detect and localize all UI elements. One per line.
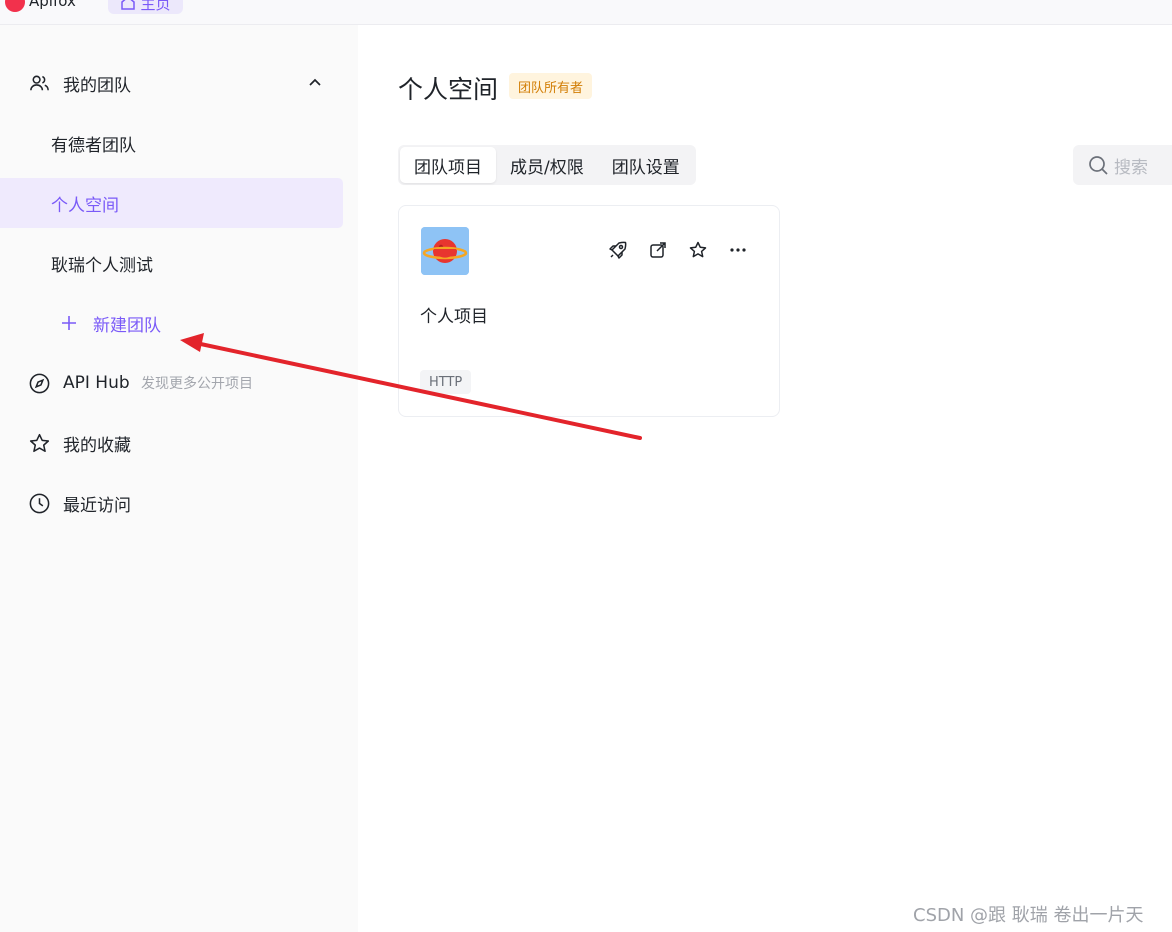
tab-team-projects[interactable]: 团队项目 — [400, 147, 496, 183]
team-label: 有德者团队 — [51, 135, 136, 156]
protocol-tag: HTTP — [420, 370, 472, 394]
team-label: 个人空间 — [51, 195, 119, 216]
new-team-button[interactable]: 新建团队 — [0, 303, 343, 343]
project-card-actions — [607, 239, 749, 261]
team-tabs: 团队项目 成员/权限 团队设置 — [398, 145, 696, 185]
sidebar: 我的团队 有德者团队 个人空间 耿瑞个人测试 新建团队 API Hub 发现更多… — [0, 25, 358, 932]
app-name: Apifox — [29, 0, 76, 10]
api-hub-hint: 发现更多公开项目 — [141, 376, 253, 392]
search-icon — [1089, 156, 1108, 175]
top-bar: Apifox 主页 — [0, 0, 1172, 25]
more-icon[interactable] — [727, 239, 749, 261]
rocket-icon[interactable] — [607, 239, 629, 261]
page-title: 个人空间 — [398, 75, 499, 104]
sidebar-item-recent[interactable]: 最近访问 — [0, 483, 343, 523]
sidebar-item-label: 我的收藏 — [63, 435, 131, 456]
plus-icon — [60, 314, 78, 332]
sidebar-item-api-hub[interactable]: API Hub 发现更多公开项目 — [0, 363, 343, 403]
sidebar-item-label: 我的团队 — [63, 75, 131, 96]
sidebar-item-team-2[interactable]: 耿瑞个人测试 — [0, 243, 343, 283]
search-input[interactable]: 搜索 — [1073, 145, 1172, 185]
tab-members[interactable]: 成员/权限 — [496, 147, 598, 183]
home-tab[interactable]: 主页 — [108, 0, 183, 14]
owner-badge: 团队所有者 — [509, 73, 593, 99]
star-icon[interactable] — [687, 239, 709, 261]
sidebar-item-team-1[interactable]: 个人空间 — [0, 183, 343, 223]
home-tab-label: 主页 — [140, 0, 171, 13]
team-label: 耿瑞个人测试 — [51, 255, 153, 276]
compass-icon — [27, 371, 51, 395]
tab-team-settings[interactable]: 团队设置 — [598, 147, 694, 183]
clock-icon — [27, 491, 51, 515]
home-icon — [121, 0, 136, 10]
project-card[interactable]: 个人项目 HTTP — [398, 205, 780, 417]
sidebar-item-favorites[interactable]: 我的收藏 — [0, 423, 343, 463]
apifox-logo-icon — [5, 0, 25, 12]
star-icon — [27, 431, 51, 455]
sidebar-item-label: API Hub — [63, 373, 130, 393]
sidebar-item-my-teams[interactable]: 我的团队 — [0, 63, 358, 103]
sidebar-item-team-0[interactable]: 有德者团队 — [0, 123, 343, 163]
project-name: 个人项目 — [420, 307, 488, 327]
external-link-icon[interactable] — [647, 239, 669, 261]
new-team-label: 新建团队 — [93, 315, 161, 336]
watermark: CSDN @跟 耿瑞 卷出一片天 — [913, 905, 1144, 926]
search-placeholder: 搜索 — [1114, 157, 1148, 178]
users-icon — [27, 71, 51, 95]
sidebar-item-label: 最近访问 — [63, 495, 131, 516]
planet-icon — [421, 227, 469, 275]
chevron-up-icon[interactable] — [306, 74, 324, 92]
